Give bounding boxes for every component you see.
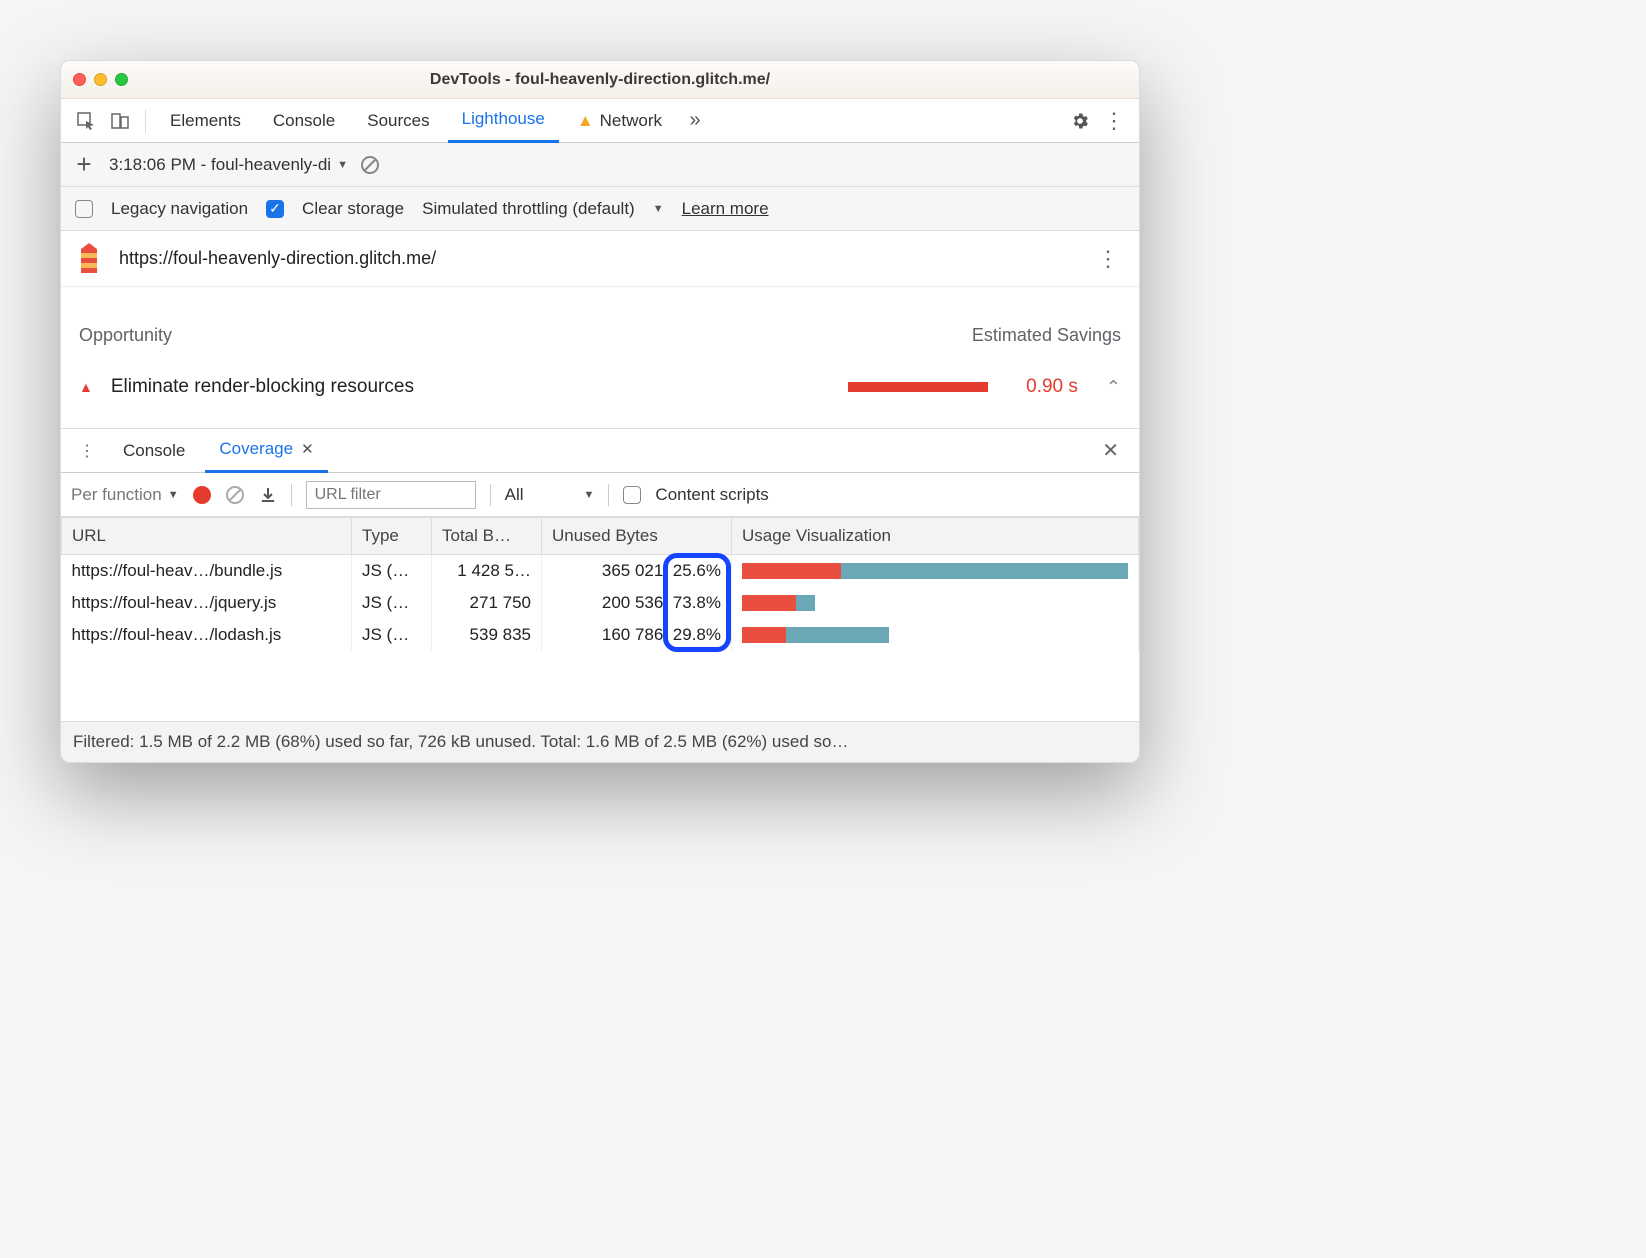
dropdown-icon: ▼	[168, 489, 179, 501]
drawer-tabbar: ⋮ Console Coverage ✕ ✕	[61, 429, 1139, 473]
fail-icon: ▲	[79, 379, 93, 395]
tab-elements[interactable]: Elements	[156, 99, 255, 143]
opportunity-row[interactable]: ▲ Eliminate render-blocking resources 0.…	[61, 362, 1139, 429]
dropdown-icon: ▼	[337, 159, 348, 171]
settings-icon[interactable]	[1065, 106, 1095, 136]
cell-unused: 160 786 29.8%	[542, 619, 732, 651]
cell-viz	[732, 587, 1139, 619]
close-tab-icon[interactable]: ✕	[301, 440, 314, 458]
record-button[interactable]	[193, 486, 211, 504]
coverage-toolbar: Per function ▼ All ▼ Content scripts	[61, 473, 1139, 517]
cell-viz	[732, 555, 1139, 588]
cell-unused: 365 021 25.6%	[542, 555, 732, 588]
tab-console[interactable]: Console	[259, 99, 349, 143]
drawer-tab-coverage-label: Coverage	[219, 439, 293, 459]
cell-viz	[732, 619, 1139, 651]
coverage-mode-dropdown[interactable]: Per function ▼	[71, 485, 179, 505]
lighthouse-runbar: + 3:18:06 PM - foul-heavenly-di ▼	[61, 143, 1139, 187]
table-row[interactable]: https://foul-heav…/bundle.jsJS (…1 428 5…	[62, 555, 1139, 588]
legacy-nav-checkbox[interactable]	[75, 200, 93, 218]
cell-type: JS (…	[352, 619, 432, 651]
export-icon[interactable]	[259, 486, 277, 504]
type-filter-label: All	[505, 485, 524, 505]
device-toolbar-icon[interactable]	[105, 106, 135, 136]
col-url[interactable]: URL	[62, 518, 352, 555]
close-drawer-icon[interactable]: ✕	[1092, 438, 1129, 463]
clear-storage-label: Clear storage	[302, 199, 404, 219]
table-row[interactable]: https://foul-heav…/jquery.jsJS (…271 750…	[62, 587, 1139, 619]
dropdown-icon: ▼	[584, 489, 595, 501]
inspect-element-icon[interactable]	[71, 106, 101, 136]
col-total[interactable]: Total B…	[432, 518, 542, 555]
tab-lighthouse[interactable]: Lighthouse	[448, 99, 559, 143]
cell-url: https://foul-heav…/jquery.js	[62, 587, 352, 619]
audit-url: https://foul-heavenly-direction.glitch.m…	[119, 248, 436, 269]
type-filter-dropdown[interactable]: All ▼	[505, 485, 595, 505]
opportunity-header: Opportunity Estimated Savings	[61, 287, 1139, 362]
window-title: DevTools - foul-heavenly-direction.glitc…	[61, 71, 1139, 89]
clear-icon[interactable]	[360, 155, 380, 175]
tab-network[interactable]: ▲ Network	[563, 99, 676, 143]
tab-sources[interactable]: Sources	[353, 99, 443, 143]
learn-more-link[interactable]: Learn more	[682, 199, 769, 219]
chevron-up-icon[interactable]: ⌃	[1106, 377, 1121, 398]
kebab-menu-icon[interactable]: ⋮	[1099, 106, 1129, 136]
drawer-menu-icon[interactable]: ⋮	[71, 441, 103, 461]
audit-menu-icon[interactable]: ⋮	[1091, 246, 1125, 272]
cell-total: 539 835	[432, 619, 542, 651]
cell-unused: 200 536 73.8%	[542, 587, 732, 619]
legacy-nav-label: Legacy navigation	[111, 199, 248, 219]
col-type[interactable]: Type	[352, 518, 432, 555]
col-unused[interactable]: Unused Bytes	[542, 518, 732, 555]
col-viz[interactable]: Usage Visualization	[732, 518, 1139, 555]
cell-total: 1 428 5…	[432, 555, 542, 588]
drawer-tab-console[interactable]: Console	[109, 429, 199, 473]
content-scripts-label: Content scripts	[655, 485, 768, 505]
clear-storage-checkbox[interactable]: ✓	[266, 200, 284, 218]
cell-type: JS (…	[352, 555, 432, 588]
more-tabs-icon[interactable]: »	[680, 106, 710, 136]
cell-url: https://foul-heav…/bundle.js	[62, 555, 352, 588]
opportunity-col: Opportunity	[79, 325, 172, 346]
url-filter-input[interactable]	[306, 481, 476, 509]
savings-col: Estimated Savings	[972, 325, 1121, 346]
drawer-tab-coverage[interactable]: Coverage ✕	[205, 429, 327, 473]
throttling-label: Simulated throttling (default)	[422, 199, 635, 219]
tab-network-label: Network	[600, 111, 662, 131]
coverage-mode-label: Per function	[71, 485, 162, 505]
report-dropdown[interactable]: 3:18:06 PM - foul-heavenly-di ▼	[109, 155, 348, 175]
throttling-dropdown-icon[interactable]: ▼	[653, 203, 664, 215]
titlebar: DevTools - foul-heavenly-direction.glitc…	[61, 61, 1139, 99]
audit-url-row: https://foul-heavenly-direction.glitch.m…	[61, 231, 1139, 287]
table-row[interactable]: https://foul-heav…/lodash.jsJS (…539 835…	[62, 619, 1139, 651]
coverage-table: URL Type Total B… Unused Bytes Usage Vis…	[61, 517, 1139, 651]
savings-bar	[848, 382, 988, 392]
cell-type: JS (…	[352, 587, 432, 619]
warning-icon: ▲	[577, 111, 594, 131]
coverage-table-wrap: URL Type Total B… Unused Bytes Usage Vis…	[61, 517, 1139, 721]
main-tabbar: Elements Console Sources Lighthouse ▲ Ne…	[61, 99, 1139, 143]
coverage-footer: Filtered: 1.5 MB of 2.2 MB (68%) used so…	[61, 721, 1139, 762]
opportunity-label: Eliminate render-blocking resources	[111, 376, 414, 398]
report-label: 3:18:06 PM - foul-heavenly-di	[109, 155, 331, 175]
savings-value: 0.90 s	[1026, 376, 1078, 398]
content-scripts-checkbox[interactable]	[623, 486, 641, 504]
devtools-window: DevTools - foul-heavenly-direction.glitc…	[60, 60, 1140, 763]
cell-url: https://foul-heav…/lodash.js	[62, 619, 352, 651]
lighthouse-icon	[75, 243, 103, 275]
clear-coverage-icon[interactable]	[225, 485, 245, 505]
cell-total: 271 750	[432, 587, 542, 619]
lighthouse-options: Legacy navigation ✓ Clear storage Simula…	[61, 187, 1139, 231]
new-report-button[interactable]: +	[71, 149, 97, 180]
